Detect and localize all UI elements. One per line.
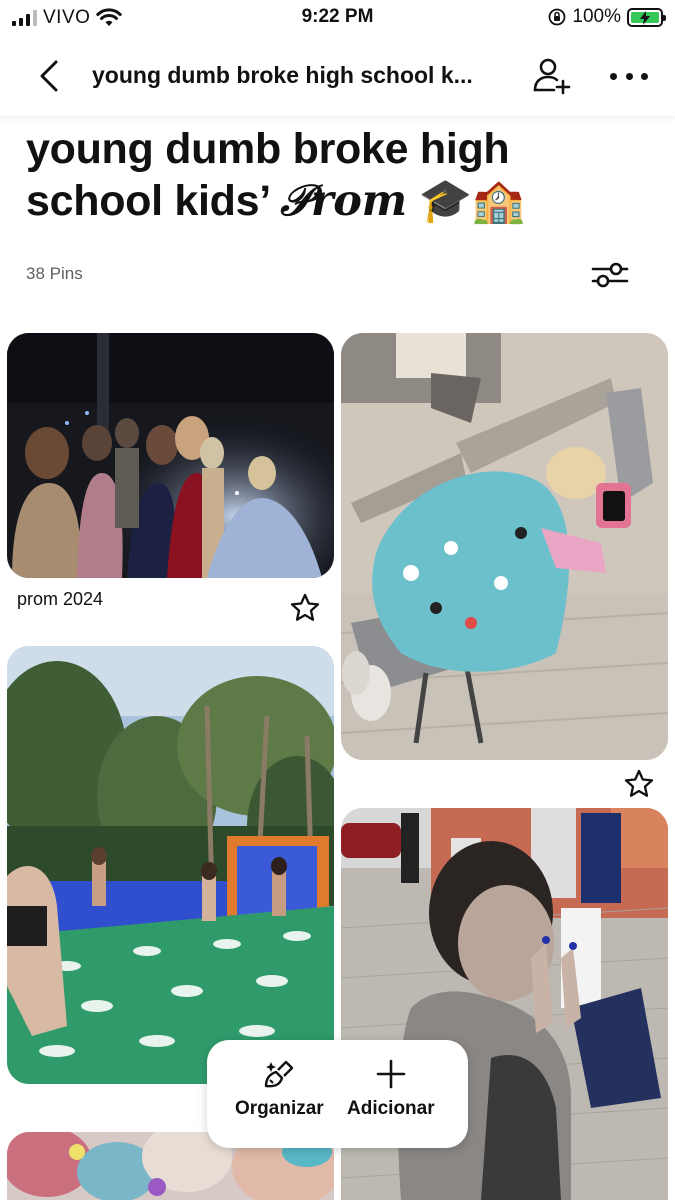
prom-photo [7,333,334,578]
organize-button[interactable]: Organizar [235,1058,324,1120]
pin-inflatable[interactable] [7,646,334,1084]
favorite-button[interactable] [623,768,655,800]
plus-icon [376,1059,406,1089]
inflatable-photo [7,646,334,1084]
chevron-left-icon [40,60,58,92]
classroom-photo [341,333,668,760]
status-bar: VIVO 9:22 PM 100% [0,0,675,36]
pin-count: 38 Pins [26,264,83,283]
organize-label: Organizar [235,1098,324,1119]
board-header: young dumb broke high school k... [0,36,675,116]
sliders-icon [591,262,629,288]
back-button[interactable] [30,56,70,96]
more-options-button[interactable] [606,62,652,90]
more-dots-icon [610,72,617,80]
orientation-lock-icon [548,8,566,26]
organize-sparkle-icon [265,1060,294,1088]
battery-percent: 100% [572,6,621,27]
add-label: Adicionar [347,1098,435,1119]
filter-button[interactable] [590,258,630,292]
invite-collaborator-button[interactable] [530,54,574,98]
add-button[interactable]: Adicionar [347,1058,435,1120]
board-title-emoji: 🎓🏫 [418,177,525,225]
pin-classroom[interactable] [341,333,668,760]
board-title: young dumb broke high school kids’ 𝒫rom … [26,123,646,227]
pin-caption: prom 2024 [17,589,104,609]
battery-group: 100% [548,6,666,28]
star-icon [624,769,654,797]
add-person-icon [533,58,571,95]
star-icon [290,593,320,621]
pin-prom-2024[interactable] [7,333,334,578]
favorite-button[interactable] [289,592,321,624]
header-title: young dumb broke high school k... [92,62,473,88]
floating-action-bar: Organizar Adicionar [207,1040,468,1148]
board-title-script: 𝒫rom [280,176,407,226]
battery-icon [627,7,666,27]
